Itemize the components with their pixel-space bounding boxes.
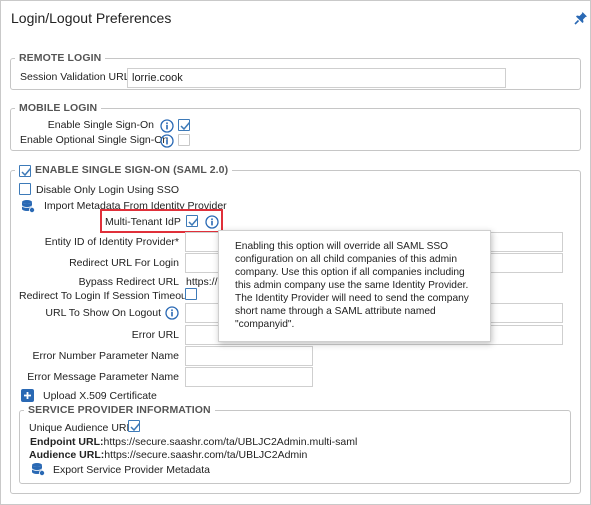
enable-sso-checkbox[interactable]	[178, 119, 191, 131]
enable-saml-checkbox[interactable]	[19, 165, 32, 177]
error-number-param-label: Error Number Parameter Name	[32, 350, 179, 362]
service-provider-legend: SERVICE PROVIDER INFORMATION	[28, 404, 211, 416]
multi-tenant-tooltip: Enabling this option will override all S…	[218, 230, 491, 342]
checkmark-icon	[188, 218, 199, 227]
info-icon[interactable]	[165, 306, 179, 320]
disable-only-login-label: Disable Only Login Using SSO	[36, 184, 179, 196]
enable-optional-sso-checkbox[interactable]	[178, 134, 190, 146]
audience-url-label: Audience URL:	[29, 449, 105, 461]
plus-icon	[24, 392, 31, 399]
multi-tenant-label: Multi-Tenant IdP	[105, 216, 181, 228]
checkmark-icon	[180, 122, 191, 131]
session-validation-input[interactable]: lorrie.cook	[127, 68, 506, 88]
endpoint-url-label: Endpoint URL:	[30, 436, 104, 448]
disable-only-login-checkbox[interactable]	[19, 183, 31, 195]
unique-audience-checkbox[interactable]	[128, 420, 141, 432]
saml-legend: ENABLE SINGLE SIGN-ON (SAML 2.0)	[35, 164, 229, 176]
error-message-param-input[interactable]	[185, 367, 313, 387]
audience-url-value: https://secure.saashr.com/ta/UBLJC2Admin	[104, 449, 308, 461]
export-metadata-link[interactable]: Export Service Provider Metadata	[53, 464, 210, 476]
session-validation-label: Session Validation URL	[20, 71, 130, 83]
enable-sso-label: Enable Single Sign-On	[47, 119, 154, 131]
audience-url-row: Audience URL:https://secure.saashr.com/t…	[29, 449, 307, 461]
endpoint-url-value: https://secure.saashr.com/ta/UBLJC2Admin…	[103, 436, 358, 448]
error-url-label: Error URL	[131, 329, 179, 341]
page-title: Login/Logout Preferences	[11, 10, 172, 26]
info-icon[interactable]	[160, 119, 174, 133]
error-message-param-label: Error Message Parameter Name	[27, 371, 179, 383]
upload-certificate-link[interactable]: Upload X.509 Certificate	[43, 390, 157, 402]
info-icon[interactable]	[160, 134, 174, 148]
checkmark-icon	[130, 423, 141, 432]
bypass-redirect-value: https://	[186, 276, 218, 288]
preferences-panel: Login/Logout Preferences REMOTE LOGIN Se…	[0, 0, 591, 505]
pin-icon[interactable]	[574, 11, 588, 25]
multi-tenant-checkbox[interactable]	[186, 215, 199, 227]
remote-login-legend: REMOTE LOGIN	[19, 52, 102, 64]
checkmark-icon	[21, 168, 32, 177]
endpoint-url-row: Endpoint URL:https://secure.saashr.com/t…	[30, 436, 357, 448]
redirect-timeout-label: Redirect To Login If Session Timeout	[19, 290, 190, 302]
upload-certificate-button[interactable]	[21, 389, 34, 402]
redirect-url-label: Redirect URL For Login	[69, 257, 179, 269]
unique-audience-label: Unique Audience URL	[29, 422, 133, 434]
enable-optional-sso-label: Enable Optional Single Sign-On	[20, 134, 169, 146]
database-icon	[21, 200, 35, 213]
bypass-redirect-label: Bypass Redirect URL	[78, 276, 179, 288]
database-icon	[31, 463, 45, 476]
entity-id-label: Entity ID of Identity Provider*	[44, 236, 179, 248]
error-number-param-input[interactable]	[185, 346, 313, 366]
info-icon[interactable]	[205, 215, 219, 229]
url-on-logout-label: URL To Show On Logout	[45, 307, 161, 319]
redirect-timeout-checkbox[interactable]	[185, 288, 197, 300]
mobile-login-legend: MOBILE LOGIN	[19, 102, 98, 114]
